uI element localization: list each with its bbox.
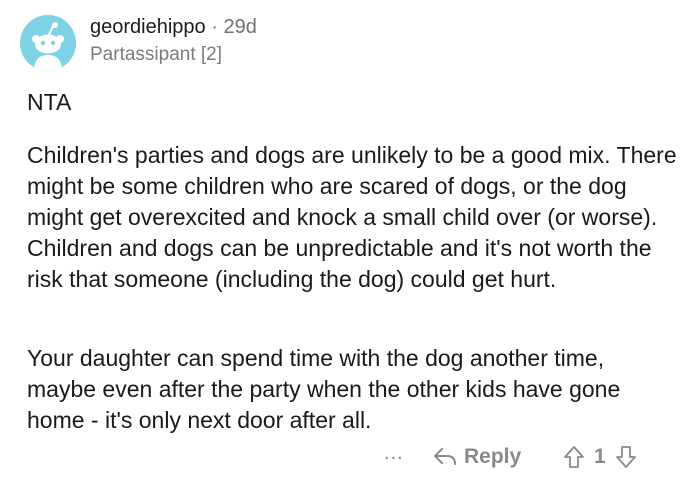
comment-paragraph: NTA: [27, 89, 72, 115]
comment-actions: ... Reply 1: [0, 440, 700, 476]
meta-separator: ·: [211, 16, 218, 38]
user-flair: Partassipant [2]: [90, 44, 223, 65]
reply-arrow-icon: [432, 446, 458, 468]
upvote-arrow-icon[interactable]: [562, 445, 586, 469]
comment-paragraph: Children's parties and dogs are unlikely…: [27, 142, 677, 292]
reply-label: Reply: [464, 445, 522, 468]
snoo-avatar-icon: [20, 15, 76, 71]
comment-meta: geordiehippo · 29d: [90, 16, 257, 39]
user-avatar[interactable]: [20, 15, 76, 71]
reply-button[interactable]: Reply: [432, 440, 521, 474]
downvote-arrow-icon[interactable]: [614, 445, 638, 469]
vote-controls: 1: [562, 440, 638, 474]
vote-count: 1: [594, 445, 606, 468]
more-options-button[interactable]: ...: [384, 442, 404, 465]
comment: geordiehippo · 29d Partassipant [2] NTA …: [0, 0, 700, 482]
author-name[interactable]: geordiehippo: [90, 16, 206, 38]
comment-paragraph: Your daughter can spend time with the do…: [27, 345, 621, 433]
comment-age[interactable]: 29d: [223, 16, 256, 38]
